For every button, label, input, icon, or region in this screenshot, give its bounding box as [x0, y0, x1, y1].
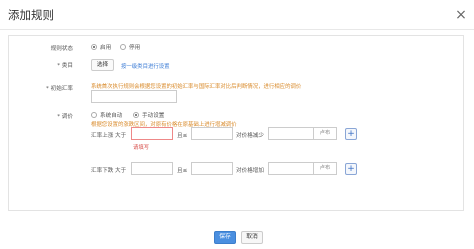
radio-auto[interactable] — [91, 112, 97, 118]
fall-label: 汇率下跌 — [91, 168, 114, 174]
rise-label: 汇率上涨 — [91, 133, 114, 139]
rise-action: 对价格减少 — [236, 133, 264, 139]
rise-min-input[interactable] — [131, 127, 173, 140]
fall-unit: 卢布 — [313, 162, 337, 175]
rise-max-input[interactable] — [191, 127, 233, 140]
rise-greater-than: 大于 — [115, 133, 127, 139]
select-category-button[interactable]: 选择 — [91, 59, 114, 71]
fall-greater-than: 大于 — [115, 168, 127, 174]
fall-max-input[interactable] — [191, 162, 233, 175]
radio-disabled[interactable] — [120, 44, 126, 50]
category-hint: 按一级类目进行设置 — [121, 64, 170, 70]
radio-enabled-label: 启用 — [100, 45, 112, 51]
radio-manual[interactable] — [133, 112, 139, 118]
form-panel: 规则状态 启用 停用 * 类目 选择 按一级类目进行设置 * 初始汇率 系统首次… — [8, 35, 464, 211]
rise-unit: 卢布 — [313, 127, 337, 140]
category-label: * 类目 — [57, 63, 73, 69]
rise-amount-input[interactable] — [268, 127, 314, 140]
fall-add-button[interactable]: + — [345, 163, 357, 175]
radio-enabled[interactable] — [91, 44, 97, 50]
fall-and: 且≤ — [177, 168, 188, 174]
pricing-label: * 调价 — [57, 114, 73, 120]
initial-rate-label: * 初始汇率 — [46, 86, 73, 92]
dialog-title: 添加规则 — [8, 8, 54, 22]
rule-status-label: 规则状态 — [50, 46, 73, 52]
rise-error: 请填写 — [133, 145, 150, 151]
initial-rate-hint: 系统首次执行规则会根据您设置的初始汇率与国际汇率对比后判断情况，进行相应的调价 — [91, 84, 302, 90]
rise-add-button[interactable]: + — [345, 128, 357, 140]
dialog-footer: 保存 取消 — [0, 224, 474, 249]
radio-auto-label: 系统自动 — [100, 113, 123, 119]
radio-manual-label: 手动设置 — [142, 113, 165, 119]
radio-disabled-label: 停用 — [129, 45, 141, 51]
initial-rate-input[interactable] — [91, 90, 177, 103]
save-button[interactable]: 保存 — [214, 231, 236, 244]
fall-min-input[interactable] — [131, 162, 173, 175]
close-icon[interactable]: × — [454, 8, 468, 22]
cancel-button[interactable]: 取消 — [241, 231, 263, 244]
fall-amount-input[interactable] — [268, 162, 314, 175]
fall-action: 对价格增加 — [236, 168, 264, 174]
dialog-header: 添加规则 × — [0, 0, 474, 30]
rise-and: 且≤ — [177, 133, 188, 139]
